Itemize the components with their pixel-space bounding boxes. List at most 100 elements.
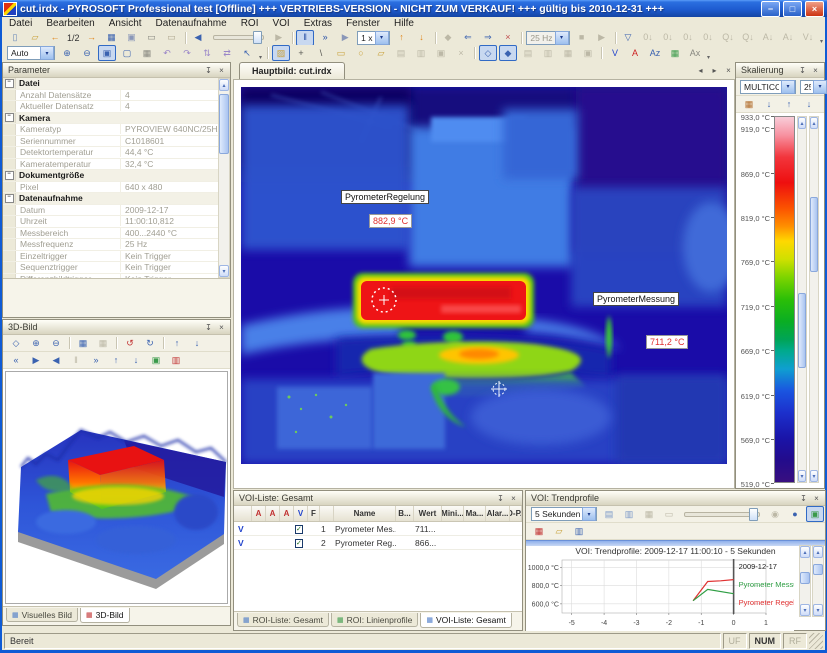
palette-combo[interactable]: MULTICOLOR ▾ bbox=[740, 80, 796, 94]
3d-view[interactable] bbox=[5, 371, 228, 604]
ack-alarm-avg-icon[interactable]: A bbox=[280, 506, 294, 521]
roi-line-button[interactable]: \ bbox=[312, 45, 330, 61]
scale-min-up-button[interactable]: ↑ bbox=[780, 96, 798, 112]
scroll-track[interactable] bbox=[798, 129, 806, 470]
trend-export-button[interactable]: ▱ bbox=[550, 523, 568, 539]
clear-assignments-button[interactable]: Ax bbox=[686, 45, 704, 61]
pointer-tool-button[interactable]: ↖ bbox=[238, 45, 256, 61]
print-button[interactable]: ▭ bbox=[143, 30, 161, 46]
trend-scrollbar-right[interactable]: ▴▾ bbox=[812, 545, 824, 617]
save-button[interactable]: ▦ bbox=[103, 30, 121, 46]
slider-thumb[interactable] bbox=[253, 31, 262, 44]
scroll-track[interactable] bbox=[813, 558, 823, 604]
fast-forward-button[interactable]: » bbox=[316, 30, 334, 46]
voi-values-button[interactable]: V bbox=[606, 45, 624, 61]
reset-view-x-button[interactable]: ↺ bbox=[121, 335, 139, 351]
grid-fine-button[interactable]: ▦ bbox=[74, 335, 92, 351]
scroll-track[interactable] bbox=[219, 91, 229, 265]
zoom-in-button[interactable]: ⊕ bbox=[58, 45, 76, 61]
parameter-close-button[interactable]: × bbox=[215, 65, 228, 76]
result-table-button[interactable]: ▦ bbox=[666, 45, 684, 61]
trend-pin-button[interactable]: ↧ bbox=[797, 493, 810, 504]
ack-alarm-max-icon[interactable]: A bbox=[266, 506, 280, 521]
menu-roi[interactable]: ROI bbox=[234, 18, 266, 29]
dropdown-arrow-icon[interactable]: ▾ bbox=[375, 31, 389, 45]
param-section-1[interactable]: −Kamera bbox=[3, 113, 218, 125]
param-row[interactable]: Aktueller Datensatz4 bbox=[3, 101, 218, 113]
scale-max-down-button[interactable]: ↓ bbox=[800, 96, 818, 112]
position-slider[interactable] bbox=[213, 35, 264, 40]
scroll-down-button[interactable]: ▾ bbox=[813, 604, 823, 616]
range-down-button[interactable]: ↓ bbox=[413, 30, 431, 46]
menu-ansicht[interactable]: Ansicht bbox=[102, 18, 149, 29]
trend-copy-button[interactable]: ▥ bbox=[570, 523, 588, 539]
menu-datenaufnahme[interactable]: Datenaufnahme bbox=[149, 18, 234, 29]
parameter-scrollbar[interactable]: ▴▾ bbox=[218, 78, 230, 278]
roi-ellipse-button[interactable]: ○ bbox=[352, 45, 370, 61]
scroll-thumb[interactable] bbox=[219, 94, 229, 153]
step-down-3d-button[interactable]: ↓ bbox=[127, 352, 145, 368]
copy-button[interactable]: ▣ bbox=[123, 30, 141, 46]
3d-close-button[interactable]: × bbox=[215, 322, 228, 333]
voi-row[interactable]: V✓2Pyrometer Reg...866... bbox=[234, 536, 522, 550]
voi-checkbox[interactable]: ✓ bbox=[295, 539, 303, 548]
scroll-thumb[interactable] bbox=[800, 572, 810, 584]
rotate-right-button[interactable]: ↷ bbox=[178, 45, 196, 61]
export-trend-button[interactable]: ▤ bbox=[600, 506, 618, 522]
param-row[interactable]: Anzahl Datensätze4 bbox=[3, 90, 218, 102]
tab-voi-liste-gesamt[interactable]: ▦VOI-Liste: Gesamt bbox=[420, 613, 512, 628]
param-section-2[interactable]: −Dokumentgröße bbox=[3, 170, 218, 182]
trend-position-slider[interactable] bbox=[684, 512, 760, 517]
scroll-up-button[interactable]: ▴ bbox=[798, 117, 806, 129]
frequency-combo[interactable]: 25 Hz▾ bbox=[526, 31, 569, 45]
next-record-button[interactable]: → bbox=[83, 30, 101, 46]
flip-vertical-button[interactable]: ⇅ bbox=[198, 45, 216, 61]
collapse-icon[interactable]: − bbox=[5, 79, 14, 88]
zoom-fit-button[interactable]: ▣ bbox=[98, 45, 116, 61]
maximize-button[interactable]: □ bbox=[783, 1, 802, 17]
menu-datei[interactable]: Datei bbox=[2, 18, 39, 29]
close-button[interactable]: × bbox=[805, 1, 824, 17]
collapse-icon[interactable]: − bbox=[5, 113, 14, 122]
voi-checkbox[interactable]: ✓ bbox=[295, 525, 303, 534]
dropdown-arrow-icon[interactable]: ▾ bbox=[781, 80, 795, 94]
scale-max-up-button[interactable]: ↑ bbox=[820, 96, 827, 112]
value-pyrometer-messung[interactable]: 711,2 °C bbox=[646, 335, 688, 349]
voi-filter-button[interactable]: ▽ bbox=[619, 30, 637, 46]
tab-visuelles-bild[interactable]: ▦Visuelles Bild bbox=[6, 608, 78, 622]
slider-thumb[interactable] bbox=[749, 508, 758, 521]
scroll-track[interactable] bbox=[810, 129, 818, 470]
param-row[interactable]: SequenztriggerKein Trigger bbox=[3, 262, 218, 274]
jump-back-button[interactable]: ⇐ bbox=[459, 30, 477, 46]
label-pyrometer-messung[interactable]: PyrometerMessung bbox=[593, 292, 679, 306]
zoom-out-3d-button[interactable]: ⊖ bbox=[47, 335, 65, 351]
sort-alphabetic-button[interactable]: Az bbox=[646, 45, 664, 61]
new-document-button[interactable]: ▯ bbox=[6, 30, 24, 46]
reset-view-y-button[interactable]: ↻ bbox=[141, 335, 159, 351]
tab-close-button[interactable]: × bbox=[722, 64, 735, 77]
trend-close-button[interactable]: × bbox=[810, 493, 823, 504]
scroll-up-button[interactable]: ▴ bbox=[800, 546, 810, 558]
jump-forward-button[interactable]: ⇒ bbox=[479, 30, 497, 46]
param-row[interactable]: Pixel640 x 480 bbox=[3, 182, 218, 194]
zoom-window-button[interactable]: ▢ bbox=[118, 45, 136, 61]
title-bar[interactable]: cut.irdx - PYROSOFT Professional test [O… bbox=[0, 0, 827, 17]
scroll-track[interactable] bbox=[800, 558, 810, 604]
scroll-up-button[interactable]: ▴ bbox=[810, 117, 818, 129]
scroll-down-button[interactable]: ▾ bbox=[219, 265, 229, 277]
tab-hauptbild[interactable]: Hauptbild: cut.irdx bbox=[239, 62, 345, 79]
play-3d-button[interactable]: ▶ bbox=[27, 352, 45, 368]
roi-point-button[interactable]: + bbox=[292, 45, 310, 61]
roi-select-button[interactable]: ▨ bbox=[272, 45, 290, 61]
scaling-pin-button[interactable]: ↧ bbox=[796, 65, 809, 76]
3d-pin-button[interactable]: ↧ bbox=[202, 322, 215, 333]
voi-pin-button[interactable]: ↧ bbox=[494, 493, 507, 504]
snapshot-3d-button[interactable]: ▣ bbox=[147, 352, 165, 368]
levels-combo[interactable]: 256 ▾ bbox=[800, 80, 827, 94]
go-to-end-button[interactable]: ▶ bbox=[336, 30, 354, 46]
roi-rectangle-button[interactable]: ▭ bbox=[332, 45, 350, 61]
voi-close-button[interactable]: × bbox=[507, 493, 520, 504]
menu-fenster[interactable]: Fenster bbox=[339, 18, 387, 29]
voi-row[interactable]: V✓1Pyrometer Mes...711... bbox=[234, 522, 522, 536]
trend-chart[interactable]: -5-4-3-2-1011000,0 °C800,0 °C600,0 °C200… bbox=[526, 557, 794, 635]
